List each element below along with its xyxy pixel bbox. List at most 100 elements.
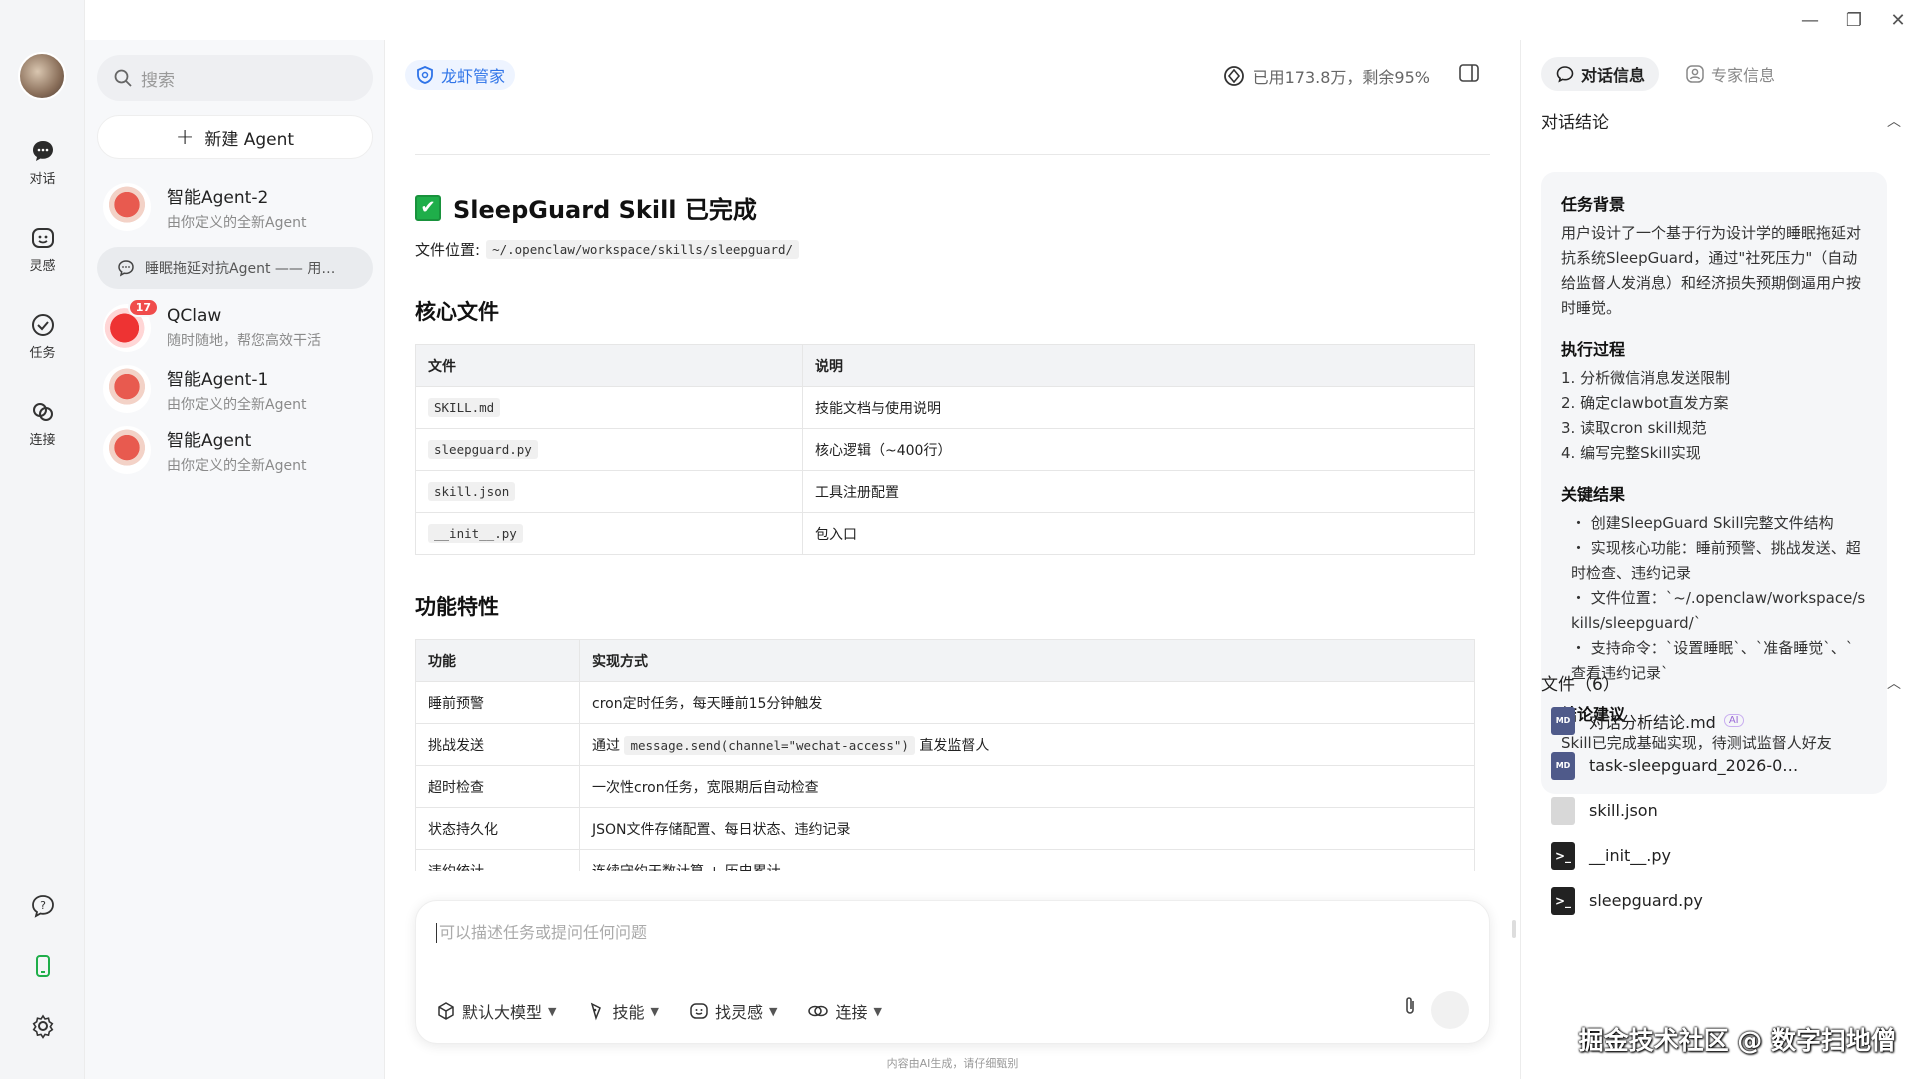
search-placeholder: 搜索 (141, 70, 175, 91)
agent-name: 智能Agent-2 (167, 187, 269, 208)
check-icon: ✔ (415, 194, 441, 221)
chat-icon (1556, 66, 1574, 83)
skill-icon (591, 1002, 602, 1021)
phone-icon[interactable] (0, 953, 85, 979)
cell: cron定时任务，每天睡前15分钟触发 (579, 681, 1475, 724)
section-title: 对话结论 (1541, 113, 1609, 133)
cell: 违约统计 (415, 849, 580, 871)
minimize-icon[interactable]: — (1788, 0, 1832, 40)
skill-select[interactable]: 技能 ▼ (586, 999, 659, 1023)
agent-item[interactable]: 智能Agent 由你定义的全新Agent (97, 419, 373, 481)
panel-toggle-icon[interactable] (1458, 62, 1480, 88)
file-list: MD 对话分析结论.md AI MD task-sleepguard_2026-… (1551, 698, 1901, 923)
new-agent-button[interactable]: + 新建 Agent (97, 115, 373, 159)
composer[interactable]: 可以描述任务或提问任何问题 默认大模型 ▼ 技能 ▼ 找灵感 ▼ 连接 ▼ (415, 900, 1490, 1044)
brand-chip[interactable]: 龙虾管家 (405, 60, 516, 90)
chevron-down-icon: ▼ (650, 1004, 659, 1018)
restore-icon[interactable]: ❐ (1832, 0, 1876, 40)
file-item[interactable]: skill.json (1551, 788, 1901, 833)
file-name: skill.json (1589, 801, 1658, 820)
scrollbar[interactable] (1512, 920, 1516, 938)
usage-indicator[interactable]: 已用173.8万，剩余95% (1223, 64, 1430, 88)
task-icon (30, 312, 56, 338)
table-row: skill.json 工具注册配置 (415, 470, 1475, 513)
rail-label: 连接 (29, 433, 56, 448)
close-icon[interactable]: ✕ (1876, 0, 1920, 40)
file-location: 文件位置: ~/.openclaw/workspace/skills/sleep… (415, 239, 1485, 260)
file-item[interactable]: >_ sleepguard.py (1551, 878, 1901, 923)
cell: 一次性cron任务，宽限期后自动检查 (579, 765, 1475, 808)
section-title: 文件（6） (1541, 675, 1620, 695)
link-icon (30, 399, 56, 425)
paperclip-icon[interactable] (1401, 995, 1419, 1021)
file-item[interactable]: MD task-sleepguard_2026-0… (1551, 743, 1901, 788)
core-files-table: 文件 说明 SKILL.md 技能文档与使用说明 sleepguard.py 核心逻辑… (415, 344, 1475, 555)
files-header[interactable]: 文件（6） ︿ (1541, 670, 1901, 695)
section-heading: 功能特性 (415, 595, 499, 619)
rail-label: 灵感 (29, 259, 56, 274)
file-item[interactable]: MD 对话分析结论.md AI (1551, 698, 1901, 743)
chevron-up-icon: ︿ (1887, 113, 1901, 130)
active-chat-item[interactable]: 睡眠拖延对抗Agent —— 用… (97, 247, 373, 289)
cell-code: skill.json (428, 481, 516, 501)
send-button[interactable] (1431, 991, 1469, 1029)
cell: 连续守约天数计算 + 历史累计 (579, 849, 1475, 871)
cell-text: 直发监督人 (919, 737, 990, 754)
help-icon[interactable]: ? (0, 893, 85, 919)
agent-name: 智能Agent (167, 430, 252, 451)
composer-input[interactable]: 可以描述任务或提问任何问题 (436, 923, 647, 943)
link-icon (808, 1005, 829, 1017)
search-input[interactable]: 搜索 (97, 55, 373, 101)
generic-file-icon (1551, 796, 1575, 825)
info-panel: 对话信息 专家信息 对话结论 ︿ 任务背景 用户设计了一个基于行为设计学的睡眠拖… (1520, 40, 1920, 1079)
file-item[interactable]: >_ __init__.py (1551, 833, 1901, 878)
usage-text: 已用173.8万，剩余95% (1252, 68, 1430, 87)
cell: 睡前预警 (415, 681, 580, 724)
agent-item[interactable]: 智能Agent-2 由你定义的全新Agent (97, 176, 373, 238)
chevron-down-icon: ▼ (768, 1004, 778, 1018)
ai-badge: AI (1723, 714, 1744, 727)
message-title: ✔ SleepGuard Skill 已完成 (415, 190, 1485, 225)
cell-text: 通过 (592, 737, 620, 754)
terminal-file-icon: >_ (1551, 886, 1575, 915)
model-select[interactable]: 默认大模型 ▼ (436, 999, 556, 1023)
table-row: sleepguard.py 核心逻辑（~400行） (415, 428, 1475, 471)
tool-label: 找灵感 (714, 1003, 763, 1022)
agent-name: QClaw (167, 306, 222, 326)
tab-label: 对话信息 (1581, 66, 1646, 85)
list-item: 2. 确定clawbot直发方案 (1561, 394, 1729, 412)
rail-item-link[interactable]: 连接 (0, 399, 85, 448)
markdown-file-icon: MD (1551, 751, 1575, 780)
table-row: __init__.py 包入口 (415, 512, 1475, 555)
rail-item-task[interactable]: 任务 (0, 312, 85, 361)
agent-item[interactable]: 17 QClaw 随时随地，帮您高效干活 (97, 297, 373, 359)
summary-heading: 执行过程 (1561, 340, 1626, 359)
nav-rail: 对话 灵感 任务 连接 ? (0, 0, 85, 1079)
crab-avatar-icon (103, 365, 151, 413)
agent-item[interactable]: 智能Agent-1 由你定义的全新Agent (97, 358, 373, 420)
cell: 技能文档与使用说明 (802, 386, 1475, 429)
tab-chat-info[interactable]: 对话信息 (1541, 57, 1660, 91)
summary-heading: 关键结果 (1561, 485, 1626, 504)
smile-icon (690, 1003, 708, 1019)
panel-tabs: 对话信息 专家信息 (1541, 57, 1789, 91)
watermark: 掘金技术社区 @ 数字扫地僧 (1578, 1026, 1896, 1055)
rail-label: 对话 (29, 172, 56, 187)
avatar[interactable] (18, 52, 66, 100)
cell-code: message.send(channel="wechat-access") (624, 735, 915, 755)
connect-select[interactable]: 连接 ▼ (807, 999, 882, 1023)
column-header: 文件 (415, 344, 803, 387)
table-row: SKILL.md 技能文档与使用说明 (415, 386, 1475, 429)
conclusion-header[interactable]: 对话结论 ︿ (1541, 108, 1901, 133)
rail-item-chat[interactable]: 对话 (0, 138, 85, 187)
rail-label: 任务 (29, 346, 56, 361)
inspiration-select[interactable]: 找灵感 ▼ (689, 999, 777, 1023)
settings-gear-icon[interactable] (0, 1013, 85, 1039)
list-item: 1. 分析微信消息发送限制 (1561, 369, 1731, 387)
chevron-up-icon: ︿ (1887, 675, 1901, 692)
tab-expert-info[interactable]: 专家信息 (1671, 57, 1789, 91)
file-location-path: ~/.openclaw/workspace/skills/sleepguard/ (486, 240, 800, 259)
column-header: 实现方式 (579, 639, 1475, 682)
rail-item-inspiration[interactable]: 灵感 (0, 225, 85, 274)
new-agent-label: 新建 Agent (204, 129, 295, 150)
